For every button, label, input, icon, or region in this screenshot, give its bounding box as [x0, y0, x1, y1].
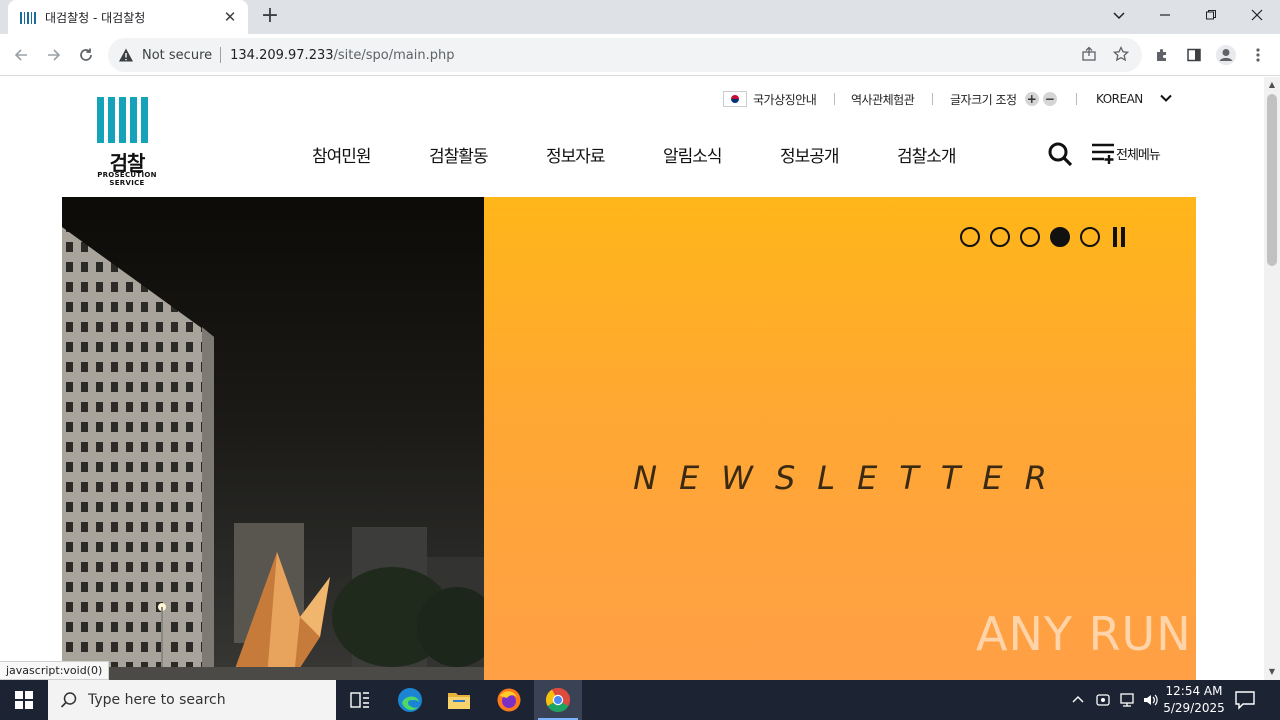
- nav-item-news[interactable]: 알림소식: [663, 142, 723, 167]
- browser-status-bar: javascript:void(0): [0, 661, 110, 680]
- browser-toolbar: Not secure 134.209.97.233 /site/spo/main…: [0, 34, 1280, 76]
- logo-english-text: PROSECUTION SERVICE: [97, 171, 157, 187]
- restore-button[interactable]: [1188, 0, 1234, 30]
- windows-logo-icon: [15, 691, 33, 709]
- close-window-button[interactable]: [1234, 0, 1280, 30]
- pause-icon[interactable]: [1113, 227, 1125, 247]
- nav-item-prosecution-activities[interactable]: 검찰활동: [429, 142, 489, 167]
- meet-now-icon[interactable]: [1095, 680, 1111, 720]
- windows-taskbar: Type here to search 12:54 AM 5/29/2025: [0, 680, 1280, 720]
- taskbar-search-box[interactable]: Type here to search: [48, 680, 336, 720]
- all-menu-label: 전체메뉴: [1116, 147, 1161, 163]
- clock-date: 5/29/2025: [1163, 701, 1225, 715]
- all-menu-button[interactable]: 전체메뉴: [1090, 140, 1161, 166]
- search-icon: [60, 692, 77, 708]
- logo-bars-icon: [97, 97, 148, 143]
- search-icon[interactable]: [1046, 140, 1074, 168]
- utility-divider: [1076, 93, 1077, 105]
- share-icon[interactable]: [1080, 46, 1098, 64]
- language-selector[interactable]: KOREAN: [1096, 89, 1143, 109]
- profile-avatar-icon[interactable]: [1213, 42, 1239, 68]
- hero-photo-night-building: [62, 197, 484, 680]
- site-favicon-icon: [20, 10, 36, 24]
- url-host: 134.209.97.233: [230, 47, 334, 63]
- file-explorer-icon[interactable]: [435, 680, 483, 720]
- extensions-puzzle-icon[interactable]: [1149, 42, 1175, 68]
- chrome-icon[interactable]: [534, 680, 582, 720]
- national-symbols-label: 국가상징안내: [753, 92, 817, 107]
- nav-item-information-resources[interactable]: 정보자료: [546, 142, 606, 167]
- tray-overflow-chevron-icon[interactable]: [1071, 680, 1085, 720]
- national-symbols-link[interactable]: 국가상징안내: [723, 89, 817, 109]
- clock-time: 12:54 AM: [1165, 684, 1223, 698]
- firefox-icon[interactable]: [485, 680, 533, 720]
- windows-start-button[interactable]: [0, 680, 48, 720]
- notifications-icon[interactable]: [1234, 690, 1256, 710]
- reload-button[interactable]: [73, 42, 99, 68]
- minimize-button[interactable]: [1142, 0, 1188, 30]
- utility-divider: [932, 93, 933, 105]
- task-view-icon[interactable]: [336, 680, 384, 720]
- address-separator: [220, 47, 222, 63]
- slide-dot-2[interactable]: [990, 227, 1010, 247]
- warning-icon[interactable]: [118, 47, 134, 63]
- slide-dot-1[interactable]: [960, 227, 980, 247]
- slide-dot-5[interactable]: [1080, 227, 1100, 247]
- tab-search-chevron-icon[interactable]: [1096, 0, 1142, 30]
- hero-title: NEWSLETTER: [633, 459, 1069, 497]
- utility-divider: [834, 93, 835, 105]
- scroll-down-arrow-icon[interactable]: ▼: [1264, 664, 1280, 680]
- korea-flag-icon: [723, 91, 747, 107]
- scroll-thumb[interactable]: [1267, 94, 1277, 266]
- volume-icon[interactable]: [1142, 680, 1160, 720]
- taskbar-search-placeholder: Type here to search: [88, 692, 226, 708]
- site-logo[interactable]: 검찰 PROSECUTION SERVICE: [80, 95, 174, 187]
- not-secure-label: Not secure: [142, 47, 213, 63]
- font-decrease-button[interactable]: −: [1042, 92, 1057, 106]
- font-size-control: 글자크기 조정 + −: [950, 89, 1057, 109]
- network-icon[interactable]: [1118, 680, 1136, 720]
- font-increase-button[interactable]: +: [1024, 92, 1039, 106]
- back-button[interactable]: [8, 42, 34, 68]
- tab-title: 대검찰청 - 대검찰청: [45, 10, 146, 25]
- nav-item-information-disclosure[interactable]: 정보공개: [780, 142, 840, 167]
- history-hall-link[interactable]: 역사관체험관: [851, 89, 915, 109]
- forward-button[interactable]: [41, 42, 67, 68]
- page-viewport: 검찰 PROSECUTION SERVICE 국가상징안내 역사관체험관 글자크…: [0, 77, 1264, 680]
- slide-dot-4-active[interactable]: [1050, 227, 1070, 247]
- slider-pagination: [960, 227, 1125, 247]
- slide-dot-3[interactable]: [1020, 227, 1040, 247]
- menu-plus-icon: [1092, 143, 1114, 164]
- page-scrollbar[interactable]: ▲ ▼: [1264, 77, 1280, 680]
- new-tab-button[interactable]: +: [258, 5, 282, 29]
- browser-tab-active[interactable]: 대검찰청 - 대검찰청 ✕: [8, 0, 248, 34]
- chevron-down-icon[interactable]: [1158, 90, 1174, 106]
- side-panel-icon[interactable]: [1181, 42, 1207, 68]
- edge-browser-icon[interactable]: [386, 680, 434, 720]
- nav-item-about[interactable]: 검찰소개: [897, 142, 957, 167]
- font-size-label: 글자크기 조정: [950, 92, 1017, 107]
- anyrun-watermark: ANY RUN: [976, 607, 1192, 661]
- browser-menu-icon[interactable]: [1245, 42, 1271, 68]
- bookmark-star-icon[interactable]: [1112, 45, 1130, 64]
- url-path: /site/spo/main.php: [333, 47, 455, 63]
- tab-close-icon[interactable]: ✕: [222, 9, 238, 25]
- scroll-up-arrow-icon[interactable]: ▲: [1264, 77, 1280, 93]
- browser-tabstrip: 대검찰청 - 대검찰청 ✕ +: [0, 0, 1280, 34]
- system-clock[interactable]: 12:54 AM 5/29/2025: [1160, 683, 1228, 717]
- language-label: KOREAN: [1096, 92, 1143, 106]
- history-hall-label: 역사관체험관: [851, 92, 915, 107]
- nav-item-civil-petition[interactable]: 참여민원: [312, 142, 372, 167]
- address-bar[interactable]: Not secure 134.209.97.233 /site/spo/main…: [108, 38, 1142, 72]
